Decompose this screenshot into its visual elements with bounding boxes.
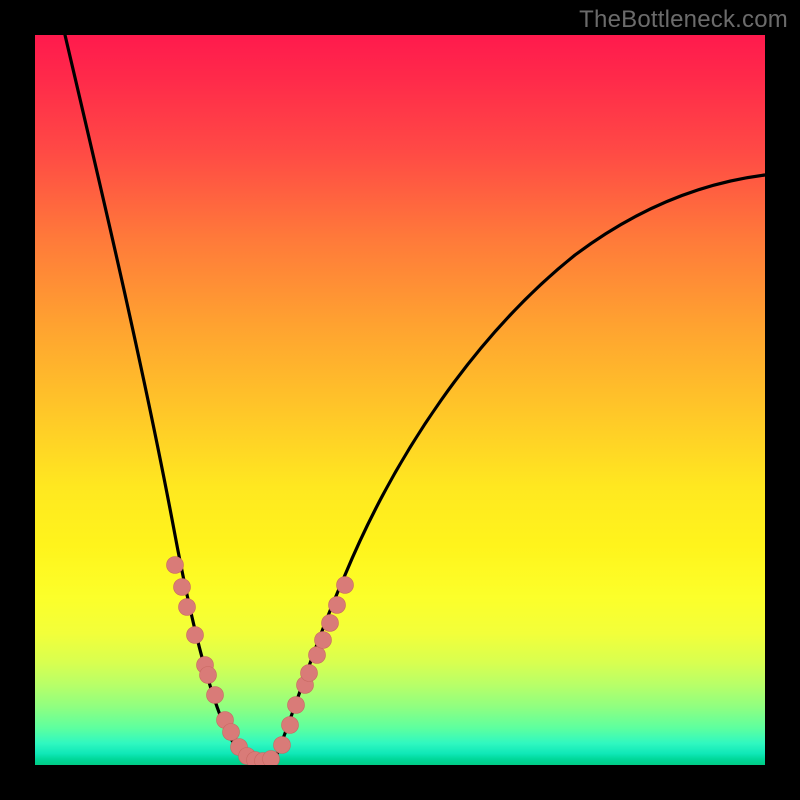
marker-dot (174, 579, 191, 596)
marker-dot (322, 615, 339, 632)
left-limb-path (65, 35, 250, 760)
marker-dot (337, 577, 354, 594)
marker-dot (274, 737, 291, 754)
marker-dot (301, 665, 318, 682)
plot-area (35, 35, 765, 765)
marker-dot (329, 597, 346, 614)
marker-dot (309, 647, 326, 664)
marker-dot (179, 599, 196, 616)
watermark-text: TheBottleneck.com (579, 6, 788, 34)
marker-dot (223, 724, 240, 741)
marker-dot (200, 667, 217, 684)
right-limb-path (275, 175, 765, 759)
marker-group (167, 557, 354, 766)
marker-dot (282, 717, 299, 734)
marker-dot (288, 697, 305, 714)
chart-frame: TheBottleneck.com (0, 0, 800, 800)
marker-dot (315, 632, 332, 649)
marker-dot (187, 627, 204, 644)
marker-dot (263, 751, 280, 766)
marker-dot (207, 687, 224, 704)
curve-layer (35, 35, 765, 765)
marker-dot (167, 557, 184, 574)
